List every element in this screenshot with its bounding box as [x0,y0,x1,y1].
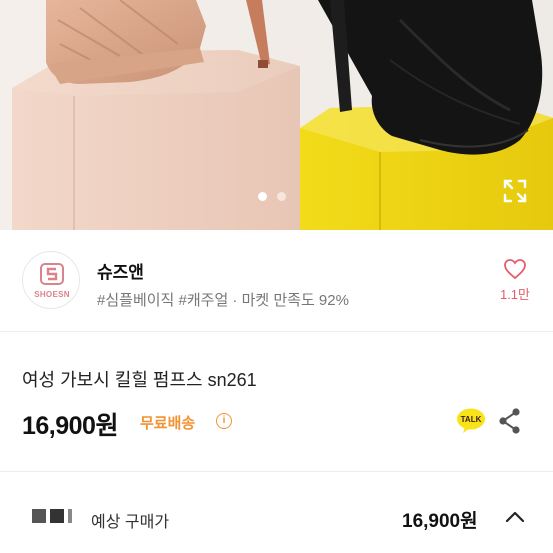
heart-icon [504,259,526,280]
expected-price-label: 예상 구매가 [91,514,170,531]
expected-price-value: 16,900원 [402,511,478,532]
carousel-dot-2[interactable] [277,192,286,201]
product-price: 16,900원 [22,412,118,440]
fullscreen-expand-icon[interactable] [500,176,530,206]
chevron-up-icon[interactable] [504,510,526,524]
seller-name[interactable]: 슈즈앤 [97,258,144,283]
kakao-talk-icon[interactable]: TALK [456,408,486,434]
shoesn-logo-icon [40,263,64,285]
product-image-carousel[interactable] [0,0,553,230]
carousel-dot-1[interactable] [258,192,267,201]
free-shipping-badge: 무료배송 [140,415,196,432]
like-count: 1.1만 [499,287,531,302]
seller-logo-text: SHOESN [34,290,70,299]
carousel-pagination [258,192,286,201]
expected-price-bar[interactable]: 예상 구매가 16,900원 [0,472,553,553]
member-grade-redacted [32,509,72,523]
seller-logo[interactable]: SHOESN [22,251,80,309]
talk-label: TALK [461,415,482,424]
info-icon[interactable]: i [216,413,232,429]
like-button[interactable]: 1.1만 [495,258,535,303]
seller-section[interactable]: SHOESN 슈즈앤 #심플베이직 #캐주얼 · 마켓 만족도 92% 1.1만 [0,230,553,332]
seller-tags: #심플베이직 #캐주얼 · 마켓 만족도 92% [97,292,349,309]
product-title: 여성 가보시 킬힐 펌프스 sn261 [22,370,257,390]
share-icon[interactable] [498,407,522,435]
